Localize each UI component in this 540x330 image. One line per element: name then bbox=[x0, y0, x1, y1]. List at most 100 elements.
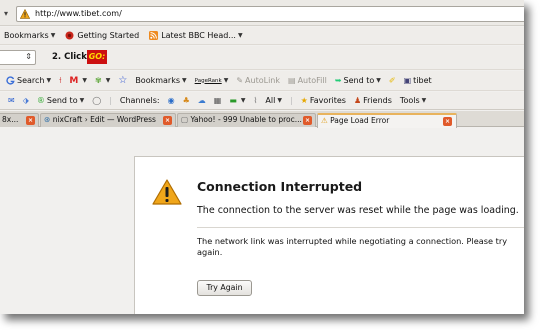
chevron-down-icon: ▼ bbox=[240, 97, 246, 104]
clip-icon[interactable]: ⌇ bbox=[254, 96, 258, 105]
page-title: Connection Interrupted bbox=[197, 179, 363, 194]
favorites-star-icon: ★ bbox=[300, 96, 308, 105]
money-icon: ▬ bbox=[229, 96, 237, 105]
search-button[interactable]: Search ▼ bbox=[6, 76, 51, 85]
close-icon[interactable]: × bbox=[443, 117, 452, 126]
bookmark-bbc-feed[interactable]: Latest BBC Head... ▼ bbox=[149, 31, 243, 40]
getting-started-icon bbox=[65, 31, 74, 40]
tab-label: Yahoo! - 999 Unable to proc... bbox=[190, 115, 302, 124]
chevron-down-icon: ▼ bbox=[277, 97, 282, 104]
chevron-down-icon: ▼ bbox=[79, 97, 85, 104]
tag-icon[interactable]: ⬗ bbox=[23, 96, 29, 105]
error-panel: Connection Interrupted The connection to… bbox=[134, 156, 524, 314]
google-search-icon bbox=[6, 76, 15, 85]
divider: | bbox=[109, 96, 112, 105]
autofill-label: AutoFill bbox=[297, 76, 327, 85]
autolink-icon: ✎ bbox=[236, 76, 244, 85]
quantity-stepper[interactable]: ⇕ bbox=[0, 50, 36, 65]
calendar-icon[interactable]: ▦ bbox=[214, 96, 222, 105]
chevron-down-icon: ▼ bbox=[376, 77, 381, 84]
bug-icon: ✾ bbox=[95, 76, 102, 85]
try-again-button[interactable]: Try Again bbox=[197, 280, 252, 296]
chevron-down-icon: ▼ bbox=[105, 77, 111, 84]
tab-label: nixCraft › Edit — WordPress bbox=[52, 115, 156, 124]
bookmark-getting-started[interactable]: Getting Started bbox=[65, 31, 139, 40]
friends-button[interactable]: ♟ Friends bbox=[354, 96, 392, 105]
close-icon[interactable]: × bbox=[163, 116, 172, 125]
tab-label: Page Load Error bbox=[330, 116, 390, 125]
pin-icon[interactable]: ⟊ bbox=[59, 76, 61, 86]
tools-menu[interactable]: Tools ▼ bbox=[400, 96, 426, 105]
money-button[interactable]: ▬ ▼ bbox=[229, 96, 245, 105]
send-to-button[interactable]: ➥ Send to ▼ bbox=[335, 76, 381, 85]
gmail-button[interactable]: M ▼ bbox=[69, 76, 87, 86]
send-to-button[interactable]: ® Send to ▼ bbox=[37, 96, 84, 105]
autofill-icon: ▤ bbox=[288, 76, 296, 85]
send-to-label: Send to bbox=[46, 96, 78, 105]
extension-button[interactable]: ✾ ▼ bbox=[95, 76, 110, 85]
all-label: All bbox=[265, 96, 276, 105]
star-icon[interactable]: ☆ bbox=[118, 75, 127, 86]
gmail-icon: M bbox=[69, 75, 79, 86]
url-input[interactable]: http://www.tibet.com/ bbox=[16, 6, 524, 22]
autofill-button[interactable]: ▤ AutoFill bbox=[288, 76, 327, 85]
send-to-label: Send to bbox=[343, 76, 375, 85]
tab-label: 8x... bbox=[2, 115, 19, 124]
error-long-description: The network link was interrupted while n… bbox=[197, 236, 508, 257]
tab-item[interactable]: ▢ Yahoo! - 999 Unable to proc... × bbox=[177, 113, 316, 127]
stepper-arrows-icon: ⇕ bbox=[25, 52, 32, 61]
navigation-bar: ▾ http://www.tibet.com/ bbox=[0, 0, 524, 26]
divider bbox=[197, 227, 524, 228]
close-icon[interactable]: × bbox=[26, 116, 35, 125]
messenger-toolbar: ✉ ⬗ ® Send to ▼ ◯ | Channels: ◉ ♣ ☁ ▦ ▬ … bbox=[0, 92, 524, 110]
go-button[interactable]: GO: bbox=[87, 50, 107, 64]
bookmarks-button[interactable]: Bookmarks ▼ bbox=[135, 76, 186, 85]
pagerank-indicator[interactable]: PageRank ▼ bbox=[195, 77, 229, 84]
autolink-button[interactable]: ✎ AutoLink bbox=[236, 76, 280, 85]
bookmarks-menu[interactable]: Bookmarks ▼ bbox=[4, 31, 55, 40]
chevron-down-icon: ▼ bbox=[237, 32, 243, 39]
channels-label: Channels: bbox=[119, 96, 160, 105]
all-filter[interactable]: All ▼ bbox=[265, 96, 282, 105]
chat-bubble-icon[interactable]: ◯ bbox=[92, 96, 101, 105]
tab-item-active[interactable]: ⚠ Page Load Error × bbox=[317, 113, 457, 128]
favorites-button[interactable]: ★ Favorites bbox=[301, 96, 346, 105]
tibet-search-button[interactable]: ▣ tibet bbox=[404, 76, 432, 85]
tab-strip: 8x... × ⊛ nixCraft › Edit — WordPress × … bbox=[0, 111, 524, 128]
tab-item[interactable]: ⊛ nixCraft › Edit — WordPress × bbox=[40, 113, 176, 127]
close-icon[interactable]: × bbox=[303, 116, 312, 125]
friends-icon: ♟ bbox=[353, 96, 362, 105]
browser-window: ▾ http://www.tibet.com/ Bookmarks ▼ Gett… bbox=[0, 0, 524, 314]
search-term-icon: ▣ bbox=[403, 76, 412, 85]
weather-icon[interactable]: ☁ bbox=[198, 96, 206, 105]
search-label: Search bbox=[17, 76, 45, 85]
bookmarks-menu-label: Bookmarks bbox=[4, 31, 49, 40]
warning-icon bbox=[152, 179, 182, 205]
warning-icon bbox=[20, 9, 30, 19]
tools-label: Tools bbox=[399, 96, 420, 105]
divider: | bbox=[289, 96, 293, 105]
warning-icon: ⚠ bbox=[321, 116, 328, 125]
chevron-down-icon: ▼ bbox=[46, 77, 52, 84]
search-toolbar: Search ▼ ⟊ M ▼ ✾ ▼ ☆ Bookmarks ▼ PageRan… bbox=[0, 71, 524, 91]
send-to-icon: ® bbox=[36, 96, 45, 105]
mail-icon[interactable]: ✉ bbox=[8, 96, 15, 105]
chevron-down-icon: ▼ bbox=[421, 97, 427, 104]
globe-icon[interactable]: ◉ bbox=[168, 96, 175, 105]
step-label: 2. Click bbox=[52, 52, 87, 62]
bookmark-label: Latest BBC Head... bbox=[161, 31, 236, 40]
pagerank-label: PageRank bbox=[194, 77, 222, 84]
bookmarks-label: Bookmarks bbox=[135, 76, 181, 85]
url-text: http://www.tibet.com/ bbox=[35, 9, 122, 18]
highlighter-icon[interactable]: ✐ bbox=[389, 76, 396, 85]
page-content: Connection Interrupted The connection to… bbox=[0, 128, 524, 314]
send-to-icon: ➥ bbox=[334, 76, 342, 85]
tab-item[interactable]: 8x... × bbox=[0, 113, 39, 127]
chevron-down-icon: ▼ bbox=[50, 32, 56, 39]
people-icon[interactable]: ♣ bbox=[183, 96, 190, 105]
history-dropdown-icon[interactable]: ▾ bbox=[4, 9, 8, 18]
friends-label: Friends bbox=[363, 96, 392, 105]
favorites-label: Favorites bbox=[309, 96, 346, 105]
step-toolbar: ⇕ 2. Click GO: bbox=[0, 46, 524, 70]
chevron-down-icon: ▼ bbox=[223, 77, 229, 84]
